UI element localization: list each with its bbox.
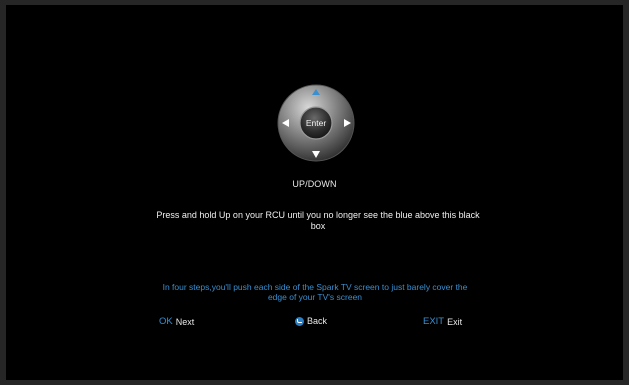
next-button[interactable]: OK Next xyxy=(159,316,194,327)
instruction-line-1: Press and hold Up on your RCU until you … xyxy=(156,210,480,220)
arrow-up-icon xyxy=(312,89,320,95)
arrow-right-icon xyxy=(343,119,351,127)
dpad-up-button[interactable] xyxy=(310,87,322,97)
enter-label: Enter xyxy=(305,118,327,128)
arrow-left-icon xyxy=(281,119,289,127)
exit-button[interactable]: EXIT Exit xyxy=(423,316,462,327)
dpad-enter-button[interactable]: Enter xyxy=(300,113,332,133)
dpad-down-button[interactable] xyxy=(310,149,322,159)
exit-label: Exit xyxy=(447,316,463,327)
hint-line-2: edge of your TV's screen xyxy=(267,292,363,302)
hint-line-1: In four steps,you'll push each side of t… xyxy=(162,282,468,292)
hint-text: In four steps,you'll push each side of t… xyxy=(130,282,500,302)
instruction-text: Press and hold Up on your RCU until you … xyxy=(140,210,496,232)
dpad-right-button[interactable] xyxy=(342,117,352,129)
remote-dpad: Enter xyxy=(276,83,356,163)
step-label: UP/DOWN xyxy=(292,179,337,189)
exit-key-label: EXIT xyxy=(423,316,445,327)
back-button[interactable]: Back xyxy=(295,316,327,326)
back-label: Back xyxy=(307,316,328,326)
tv-frame: Enter UP/DOWN Press and hold Up on your … xyxy=(0,0,629,385)
ok-key-label: OK xyxy=(159,316,173,327)
back-icon xyxy=(295,316,304,326)
instruction-line-2: box xyxy=(310,221,326,231)
next-label: Next xyxy=(175,316,195,327)
dpad-left-button[interactable] xyxy=(280,117,290,129)
arrow-down-icon xyxy=(312,150,320,158)
